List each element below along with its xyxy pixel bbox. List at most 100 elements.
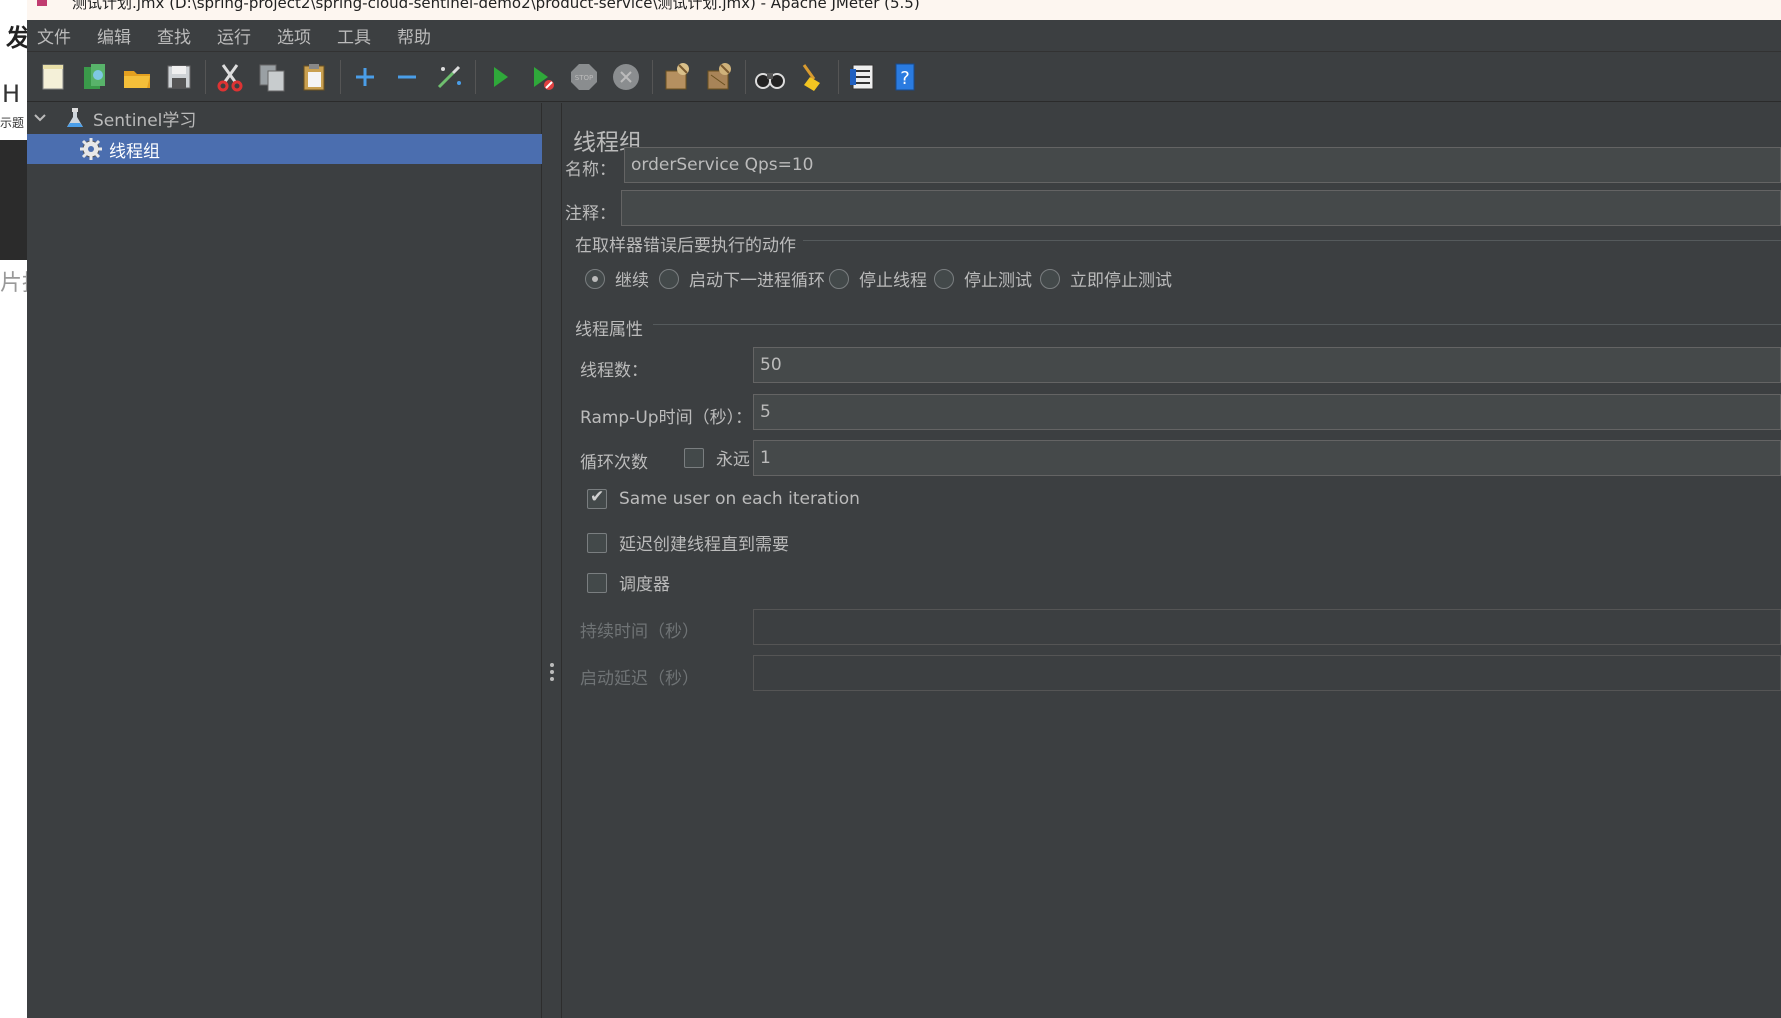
radio-label: 立即停止测试: [1070, 271, 1172, 291]
radio-label: 停止测试: [964, 271, 1032, 291]
start-no-pause-button[interactable]: [524, 57, 560, 97]
play-icon: [494, 66, 508, 87]
stop-icon: STOP: [571, 63, 597, 90]
startup-delay-field: [753, 655, 1781, 691]
startup-delay-label: 启动延迟（秒）: [580, 669, 699, 689]
toolbar-separator: [475, 59, 476, 94]
forever-checkbox[interactable]: 永远: [684, 445, 750, 470]
scheduler-checkbox[interactable]: 调度器: [587, 570, 670, 595]
clear-all-button[interactable]: [701, 57, 737, 97]
toolbar-separator: [652, 59, 653, 94]
rampup-field[interactable]: 5: [753, 394, 1781, 430]
save-button[interactable]: [161, 57, 197, 97]
threads-label: 线程数：: [580, 361, 648, 381]
templates-button[interactable]: [77, 57, 113, 97]
clear-icon: [665, 62, 689, 89]
tree-node-test-plan[interactable]: Sentinel学习: [27, 103, 542, 133]
cut-icon: [217, 63, 243, 91]
name-field[interactable]: orderService Qps=10: [624, 147, 1781, 183]
svg-text:STOP: STOP: [575, 74, 593, 82]
checkbox-indicator[interactable]: [587, 532, 607, 553]
tree-node-label: Sentinel学习: [93, 110, 197, 131]
threads-field[interactable]: 50: [753, 347, 1781, 383]
delay-thread-creation-checkbox[interactable]: 延迟创建线程直到需要: [587, 530, 789, 555]
menu-tools[interactable]: 工具: [327, 23, 381, 48]
binoculars-icon: [755, 72, 785, 89]
open-button[interactable]: [119, 57, 155, 97]
thread-group-panel: 线程组 名称： orderService Qps=10 注释： 在取样器错误后要…: [563, 103, 1781, 1018]
menu-file[interactable]: 文件: [27, 23, 81, 48]
shutdown-button[interactable]: [608, 57, 644, 97]
plus-icon: [356, 67, 374, 86]
broom-icon: [802, 63, 820, 91]
menu-options[interactable]: 选项: [267, 23, 321, 48]
toolbar-separator: [205, 59, 206, 94]
window-title: 测试计划.jmx (D:\spring-project2\spring-clou…: [72, 0, 920, 12]
menu-help[interactable]: 帮助: [387, 23, 441, 48]
checkbox-label: Same user on each iteration: [619, 489, 860, 509]
toolbar-separator: [340, 59, 341, 94]
comment-label: 注释：: [565, 204, 616, 224]
radio-label: 启动下一进程循环: [689, 271, 825, 291]
toolbar: STOP ?: [27, 52, 1781, 102]
menu-search[interactable]: 查找: [147, 23, 201, 48]
reset-search-button[interactable]: [794, 57, 830, 97]
thread-properties-group-title: 线程属性: [575, 320, 643, 340]
split-pane-divider[interactable]: [542, 103, 562, 1018]
group-divider: [803, 240, 1781, 241]
cut-button[interactable]: [212, 57, 248, 97]
new-icon: [42, 64, 64, 89]
minus-icon: [398, 75, 416, 78]
shutdown-icon: [613, 63, 639, 90]
radio-continue[interactable]: 继续: [585, 266, 649, 291]
checkbox-indicator[interactable]: [587, 572, 607, 593]
function-helper-button[interactable]: [845, 57, 881, 97]
stop-button[interactable]: STOP: [566, 57, 602, 97]
copy-button[interactable]: [254, 57, 290, 97]
duration-label: 持续时间（秒）: [580, 622, 699, 642]
clear-all-icon: [707, 62, 731, 89]
same-user-checkbox[interactable]: Same user on each iteration: [587, 487, 860, 509]
background-glyph: 片拍: [0, 271, 27, 296]
loop-count-field[interactable]: 1: [753, 440, 1781, 476]
tree-node-thread-group[interactable]: 线程组: [27, 134, 542, 164]
wand-icon: [437, 65, 461, 88]
expand-button[interactable]: [347, 57, 383, 97]
start-button[interactable]: [482, 57, 518, 97]
drag-handle-icon[interactable]: [550, 663, 554, 683]
toggle-button[interactable]: [431, 57, 467, 97]
comment-field[interactable]: [621, 190, 1781, 226]
group-divider: [653, 324, 1781, 325]
copy-icon: [259, 64, 285, 91]
menu-run[interactable]: 运行: [207, 23, 261, 48]
templates-icon: [84, 63, 105, 89]
radio-indicator[interactable]: [1040, 268, 1060, 289]
app-icon: [37, 0, 47, 6]
radio-stop-test[interactable]: 停止测试: [934, 266, 1032, 291]
help-button[interactable]: ?: [887, 57, 923, 97]
radio-indicator[interactable]: [659, 268, 679, 289]
jmeter-window: 测试计划.jmx (D:\spring-project2\spring-clou…: [27, 0, 1781, 1018]
chevron-down-icon[interactable]: [33, 111, 47, 125]
search-button[interactable]: [752, 57, 788, 97]
radio-stop-test-now[interactable]: 立即停止测试: [1040, 266, 1172, 291]
error-action-group-title: 在取样器错误后要执行的动作: [575, 236, 796, 256]
new-button[interactable]: [35, 57, 71, 97]
checkbox-label: 延迟创建线程直到需要: [619, 535, 789, 555]
save-icon: [167, 65, 191, 88]
play-no-pause-icon: [534, 66, 554, 90]
radio-start-next-loop[interactable]: 启动下一进程循环: [659, 266, 825, 291]
radio-indicator[interactable]: [585, 268, 605, 289]
rampup-label: Ramp-Up时间（秒）：: [580, 408, 753, 428]
radio-stop-thread[interactable]: 停止线程: [829, 266, 927, 291]
menu-edit[interactable]: 编辑: [87, 23, 141, 48]
checkbox-indicator[interactable]: [684, 447, 704, 468]
checkbox-indicator[interactable]: [587, 487, 607, 509]
radio-indicator[interactable]: [829, 268, 849, 289]
loop-count-label: 循环次数: [580, 453, 648, 473]
radio-indicator[interactable]: [934, 268, 954, 289]
clear-button[interactable]: [659, 57, 695, 97]
radio-label: 停止线程: [859, 271, 927, 291]
collapse-button[interactable]: [389, 57, 425, 97]
paste-button[interactable]: [296, 57, 332, 97]
